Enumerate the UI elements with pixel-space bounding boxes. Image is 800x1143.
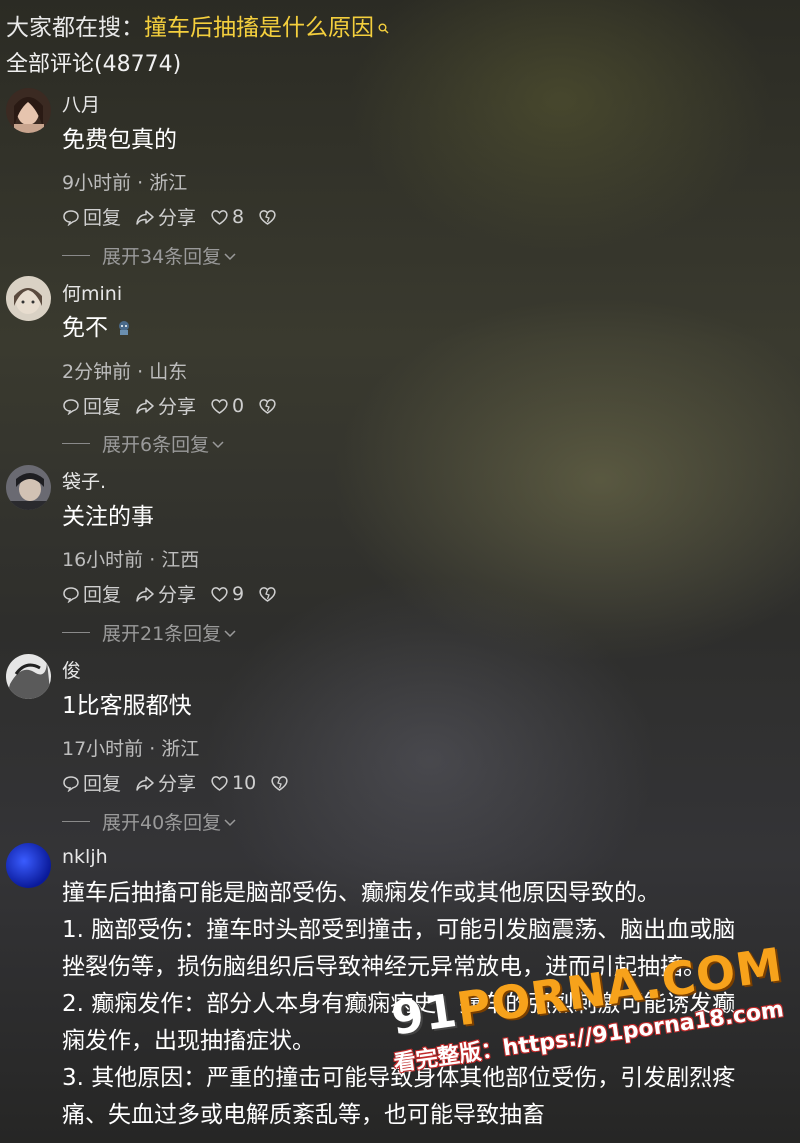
avatar[interactable] (6, 276, 51, 321)
share-icon (136, 398, 154, 414)
comment-username[interactable]: 俊 (62, 656, 81, 683)
broken-heart-icon (259, 209, 276, 225)
expand-replies[interactable]: 展开21条回复 (62, 619, 237, 646)
reply-label: 回复 (83, 773, 122, 795)
share-button[interactable]: 分享 (135, 392, 196, 419)
comment-meta: 17小时前 · 浙江 (62, 738, 200, 760)
comment-text: 免费包真的 (62, 127, 177, 153)
dislike-button[interactable] (258, 208, 280, 226)
comment-text: 1比客服都快 (62, 693, 192, 719)
reply-label: 回复 (83, 207, 122, 229)
chevron-down-icon (212, 440, 224, 448)
share-label: 分享 (158, 207, 197, 229)
search-suggestion-keyword[interactable]: 撞车后抽搐是什么原因 (144, 8, 374, 42)
comment-text-line: 撞车后抽搐可能是脑部受伤、癫痫发作或其他原因导致的。 (62, 880, 660, 906)
reply-icon (63, 586, 79, 603)
heart-icon (211, 775, 228, 791)
dislike-button[interactable] (258, 397, 280, 415)
avatar[interactable] (6, 654, 51, 699)
avatar[interactable] (6, 88, 51, 133)
broken-heart-icon (271, 775, 288, 791)
reply-button[interactable]: 回复 (62, 203, 121, 230)
reply-icon (63, 775, 79, 792)
search-suggestion-bar[interactable]: 大家都在搜： 撞车后抽搐是什么原因 (6, 6, 389, 44)
share-label: 分享 (158, 773, 197, 795)
comment-actions: 回复 分享 10 (62, 769, 306, 796)
avatar[interactable] (6, 843, 51, 888)
expand-replies-label: 展开21条回复 (102, 623, 222, 645)
comment-meta: 2分钟前 · 山东 (62, 361, 188, 383)
comment-actions: 回复 分享 0 (62, 392, 294, 419)
heart-icon (211, 209, 228, 225)
chevron-down-icon (224, 629, 236, 637)
share-icon (136, 775, 154, 791)
share-icon (136, 209, 154, 225)
comment-username[interactable]: 何mini (62, 279, 122, 306)
expand-replies-label: 展开6条回复 (102, 434, 210, 456)
share-label: 分享 (158, 584, 197, 606)
like-count: 9 (232, 582, 245, 605)
search-suggestion-prefix: 大家都在搜： (6, 15, 144, 41)
share-icon (136, 586, 154, 602)
search-icon[interactable] (378, 14, 389, 33)
comment-meta: 16小时前 · 江西 (62, 549, 200, 571)
share-button[interactable]: 分享 (135, 203, 196, 230)
share-button[interactable]: 分享 (135, 769, 196, 796)
comment-actions: 回复 分享 8 (62, 203, 294, 230)
reply-label: 回复 (83, 396, 122, 418)
comment-text-line: 痛、失血过多或电解质紊乱等，也可能导致抽畜 (62, 1102, 545, 1128)
dislike-button[interactable] (270, 774, 292, 792)
dislike-button[interactable] (258, 585, 280, 603)
comment-username[interactable]: 八月 (62, 90, 100, 117)
comment-count: 全部评论(48774) (6, 52, 182, 77)
like-count: 8 (232, 205, 245, 228)
avatar[interactable] (6, 465, 51, 510)
reply-icon (63, 209, 79, 226)
divider (62, 821, 90, 822)
reply-button[interactable]: 回复 (62, 580, 121, 607)
like-count: 0 (232, 394, 245, 417)
comment-text: 免不 (62, 310, 133, 347)
like-button[interactable]: 8 (210, 206, 244, 228)
comment-text: 关注的事 (62, 504, 154, 530)
heart-icon (211, 398, 228, 414)
sticker-emoji-icon (119, 321, 130, 335)
chevron-down-icon (224, 252, 236, 260)
expand-replies-label: 展开40条回复 (102, 812, 222, 834)
like-button[interactable]: 0 (210, 395, 244, 417)
share-button[interactable]: 分享 (135, 580, 196, 607)
divider (62, 255, 90, 256)
reply-button[interactable]: 回复 (62, 392, 121, 419)
expand-replies[interactable]: 展开40条回复 (62, 808, 237, 835)
comment-text-line: 1. 脑部受伤：撞车时头部受到撞击，可能引发脑震荡、脑出血或脑 (62, 917, 736, 943)
like-count: 10 (232, 771, 257, 794)
heart-icon (211, 586, 228, 602)
broken-heart-icon (259, 398, 276, 414)
broken-heart-icon (259, 586, 276, 602)
comment-meta: 9小时前 · 浙江 (62, 172, 188, 194)
comment-actions: 回复 分享 9 (62, 580, 294, 607)
reply-button[interactable]: 回复 (62, 769, 121, 796)
chevron-down-icon (224, 818, 236, 826)
expand-replies-label: 展开34条回复 (102, 246, 222, 268)
expand-replies[interactable]: 展开34条回复 (62, 242, 237, 269)
like-button[interactable]: 10 (210, 772, 256, 794)
like-button[interactable]: 9 (210, 583, 244, 605)
comment-text-value: 免不 (62, 315, 108, 341)
divider (62, 632, 90, 633)
expand-replies[interactable]: 展开6条回复 (62, 430, 225, 457)
comment-username[interactable]: 袋子. (62, 467, 106, 494)
comment-username[interactable]: nkljh (62, 846, 108, 868)
reply-icon (63, 398, 79, 415)
divider (62, 443, 90, 444)
share-label: 分享 (158, 396, 197, 418)
reply-label: 回复 (83, 584, 122, 606)
